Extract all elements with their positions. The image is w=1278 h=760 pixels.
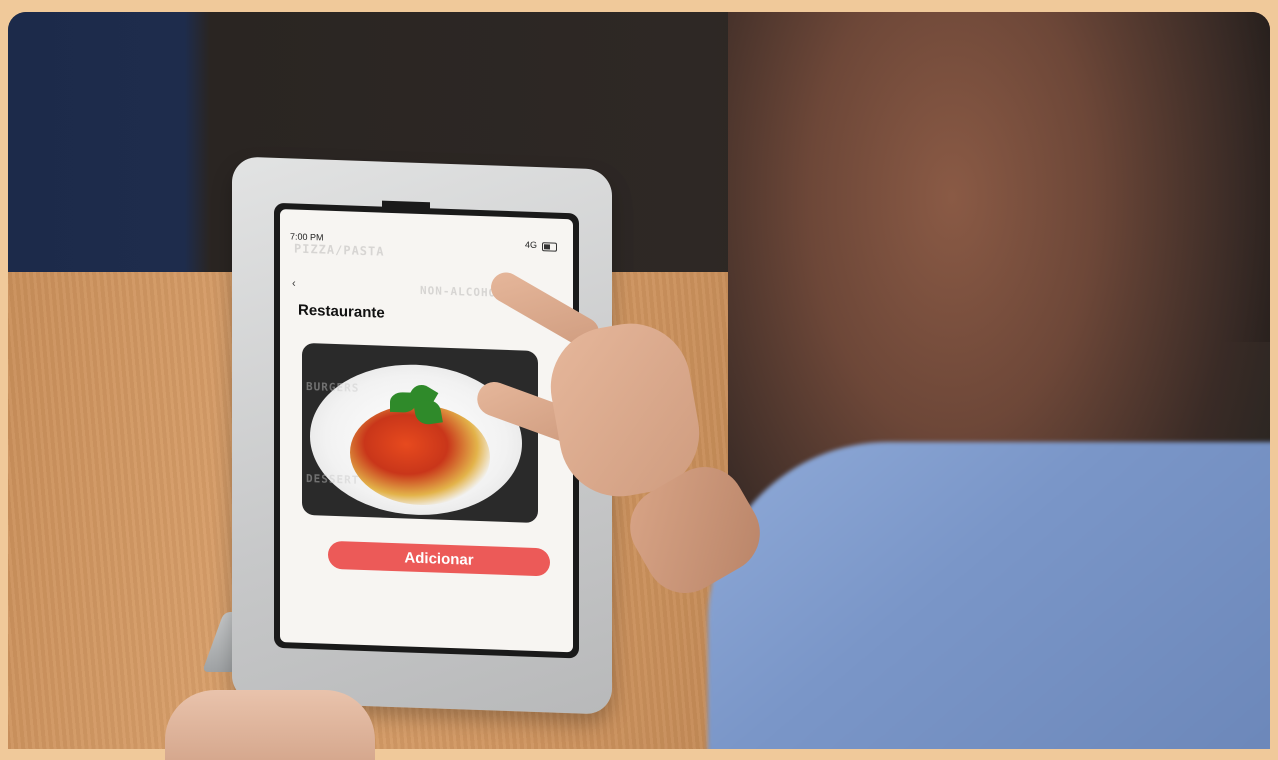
status-time: 7:00 PM <box>290 231 324 243</box>
screen-title: Restaurante <box>298 301 385 322</box>
menu-bg-label-dessert: DESSERT <box>306 471 360 487</box>
pointing-hand <box>472 267 775 608</box>
menu-bg-label-burgers: BURGERS <box>306 379 360 395</box>
person-shirt <box>708 442 1270 749</box>
resting-hand <box>165 690 375 760</box>
back-arrow-icon[interactable]: ‹ <box>292 277 296 289</box>
basil-leaves <box>390 380 443 426</box>
basil-leaf <box>413 398 443 426</box>
battery-icon <box>542 242 557 252</box>
signal-icon: 4G <box>524 239 537 251</box>
